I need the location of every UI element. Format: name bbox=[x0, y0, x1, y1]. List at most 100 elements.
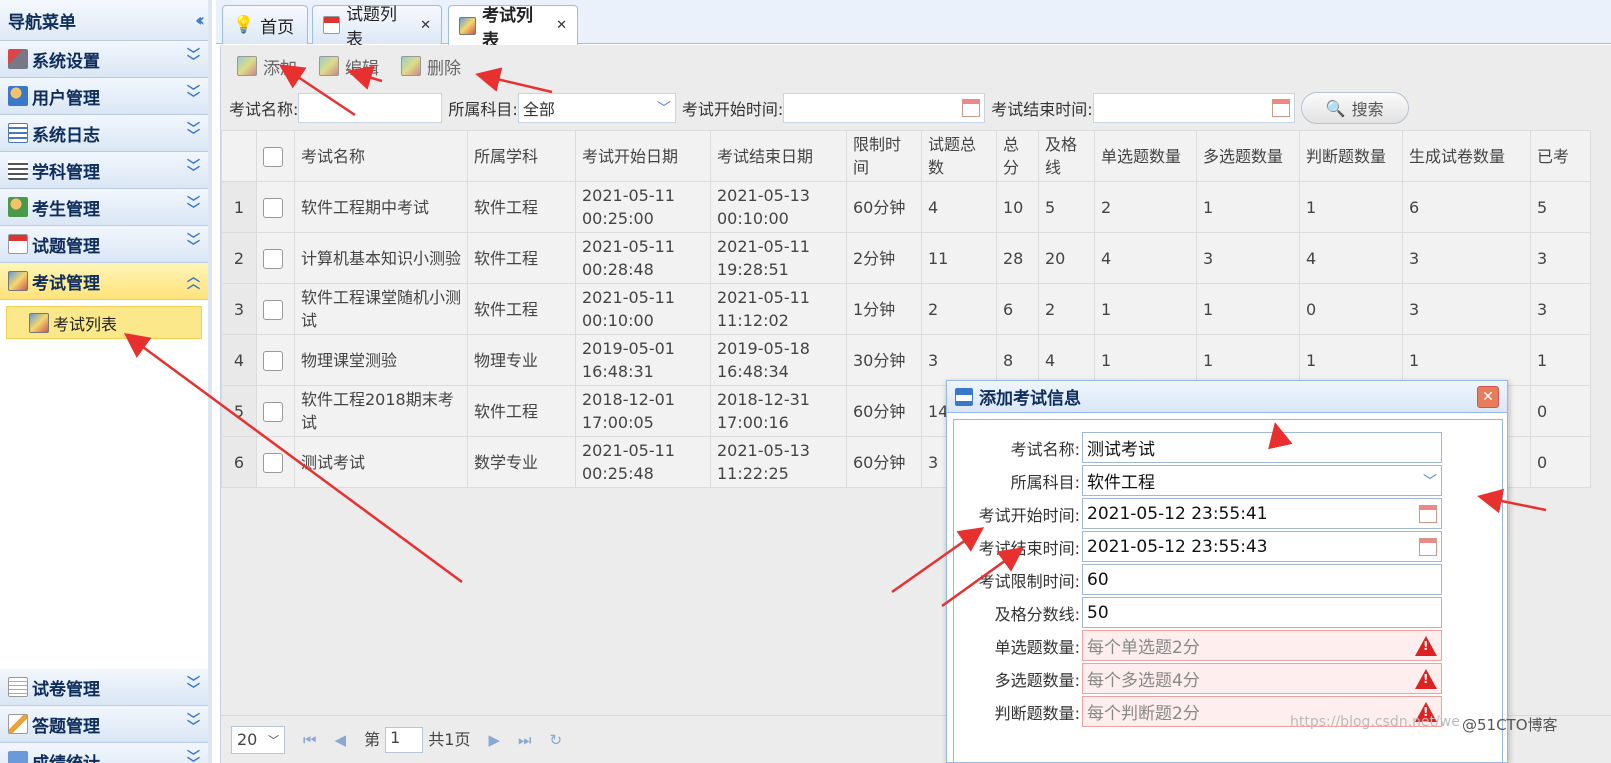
row-checkbox[interactable] bbox=[263, 300, 283, 320]
table-row[interactable]: 3 软件工程课堂随机小测试 软件工程 2021-05-11 00:10:00 2021-… bbox=[221, 283, 1591, 335]
nav-section-system-settings[interactable]: 系统设置 ﹀ ﹀ bbox=[0, 41, 208, 78]
calendar-icon[interactable] bbox=[1271, 99, 1290, 117]
nav-section-users[interactable]: 用户管理 ﹀ ﹀ bbox=[0, 78, 208, 115]
nav-item-exam-list[interactable]: 考试列表 bbox=[6, 306, 202, 339]
row-checkbox[interactable] bbox=[263, 249, 283, 269]
table-row[interactable]: 1 软件工程期中考试 软件工程 2021-05-11 00:25:00 2021-05-… bbox=[221, 181, 1591, 233]
table-cell: 数学专业 bbox=[467, 436, 576, 488]
row-select-cell[interactable] bbox=[256, 334, 295, 386]
field-label: 判断题数量: bbox=[994, 703, 1080, 723]
calendar-icon[interactable] bbox=[962, 99, 981, 117]
row-checkbox[interactable] bbox=[263, 453, 283, 473]
column-header[interactable]: 生成试卷数量 bbox=[1402, 130, 1531, 182]
last-page-icon[interactable]: ⏭ bbox=[518, 731, 532, 749]
close-icon[interactable]: ✕ bbox=[1477, 385, 1499, 408]
column-header[interactable]: 多选题数量 bbox=[1196, 130, 1300, 182]
row-checkbox[interactable] bbox=[263, 351, 283, 371]
subject-select[interactable]: 全部 ﹀ bbox=[517, 93, 676, 123]
table-row[interactable]: 4 物理课堂测验 物理专业 2019-05-01 16:48:31 2019-05-18… bbox=[221, 334, 1591, 386]
nav-section-logs[interactable]: 系统日志 ﹀ ﹀ bbox=[0, 115, 208, 152]
subject-select[interactable]: 软件工程 ﹀ bbox=[1082, 465, 1442, 496]
column-header[interactable]: 限制时间 bbox=[846, 130, 922, 182]
nav-menu: 导航菜单 ‹‹ 系统设置 ﹀ ﹀ 用户管理 ﹀ ﹀ 系统日志 ﹀ ﹀ 学科管理 ﹀ ﹀ … bbox=[0, 0, 212, 763]
page-size-select[interactable]: 20 ﹀ bbox=[231, 725, 285, 754]
edit-button[interactable]: 编辑 bbox=[319, 54, 379, 79]
chevron-up-icon[interactable]: ︿ ︿ bbox=[187, 271, 200, 291]
table-cell: 5 bbox=[1530, 181, 1591, 233]
row-checkbox[interactable] bbox=[263, 402, 283, 422]
single-choice-field[interactable]: 每个单选题2分 bbox=[1082, 630, 1442, 661]
nav-section-exams[interactable]: 考试管理 ︿ ︿ bbox=[0, 263, 208, 300]
next-page-icon[interactable]: ▶ bbox=[488, 731, 500, 749]
table-cell: 60分钟 bbox=[846, 181, 922, 233]
calendar-icon[interactable] bbox=[1419, 504, 1437, 523]
multi-choice-field[interactable]: 每个多选题4分 bbox=[1082, 663, 1442, 694]
end-time-input[interactable] bbox=[1092, 93, 1295, 123]
chevron-down-icon[interactable]: ﹀﹀ bbox=[187, 160, 200, 180]
chevron-down-icon[interactable]: ﹀ bbox=[1423, 471, 1437, 491]
table-header-row: 考试名称 所属学科 考试开始日期 考试结束日期 限制时间 试题总数 总分 及格线… bbox=[221, 130, 1591, 182]
tab-label: 考试列表 bbox=[482, 5, 534, 51]
chevron-down-icon[interactable]: ﹀﹀ bbox=[187, 49, 200, 69]
nav-section-papers[interactable]: 试卷管理 ﹀ ﹀ bbox=[0, 669, 208, 706]
prev-page-icon[interactable]: ◀ bbox=[335, 731, 347, 749]
row-select-cell[interactable] bbox=[256, 385, 295, 437]
table-cell: 软件工程期中考试 bbox=[294, 181, 468, 233]
add-button[interactable]: 添加 bbox=[237, 54, 297, 79]
chevron-down-icon[interactable]: ﹀﹀ bbox=[187, 123, 200, 143]
edit-icon bbox=[8, 714, 28, 734]
search-button[interactable]: 🔍 搜索 bbox=[1300, 92, 1409, 124]
chevron-down-icon[interactable]: ﹀﹀ bbox=[187, 234, 200, 254]
calendar-icon[interactable] bbox=[1419, 537, 1437, 556]
pass-score-field[interactable]: 50 bbox=[1082, 597, 1442, 628]
column-header[interactable]: 考试结束日期 bbox=[710, 130, 847, 182]
end-time-field[interactable]: 2021-05-12 23:55:43 bbox=[1082, 531, 1442, 562]
column-header[interactable]: 试题总数 bbox=[921, 130, 997, 182]
nav-section-scores[interactable]: 成绩统计 ﹀﹀ bbox=[0, 743, 208, 763]
form-row-single-choice: 单选题数量: 每个单选题2分 bbox=[954, 630, 1494, 661]
row-select-cell[interactable] bbox=[256, 436, 295, 488]
column-header[interactable]: 及格线 bbox=[1038, 130, 1095, 182]
chevron-down-icon[interactable]: ﹀﹀ bbox=[187, 714, 200, 734]
collapse-icon[interactable]: ‹‹ bbox=[195, 10, 205, 31]
chevron-down-icon[interactable]: ﹀﹀ bbox=[187, 751, 200, 763]
nav-section-students[interactable]: 考生管理 ﹀ ﹀ bbox=[0, 189, 208, 226]
tab-home[interactable]: 💡 首页 bbox=[222, 5, 308, 44]
chevron-down-icon[interactable]: ﹀﹀ bbox=[187, 197, 200, 217]
column-header[interactable]: 总分 bbox=[996, 130, 1039, 182]
row-select-cell[interactable] bbox=[256, 232, 295, 284]
tab-exam-list[interactable]: 考试列表 ✕ bbox=[448, 5, 578, 51]
chevron-down-icon[interactable]: ﹀ bbox=[657, 98, 671, 118]
nav-section-answers[interactable]: 答题管理 ﹀ ﹀ bbox=[0, 706, 208, 743]
exam-name-input[interactable] bbox=[298, 93, 443, 123]
tab-question-list[interactable]: 试题列表 ✕ bbox=[312, 5, 442, 50]
field-label: 及格分数线: bbox=[994, 604, 1080, 624]
column-header[interactable]: 所属学科 bbox=[467, 130, 576, 182]
start-time-input[interactable] bbox=[783, 93, 986, 123]
close-icon[interactable]: ✕ bbox=[556, 18, 567, 33]
row-select-cell[interactable] bbox=[256, 181, 295, 233]
column-header[interactable]: 单选题数量 bbox=[1094, 130, 1197, 182]
column-header[interactable]: 考试名称 bbox=[294, 130, 468, 182]
nav-section-subjects[interactable]: 学科管理 ﹀ ﹀ bbox=[0, 152, 208, 189]
column-header[interactable]: 判断题数量 bbox=[1299, 130, 1403, 182]
exam-name-field[interactable]: 测试考试 bbox=[1082, 432, 1442, 463]
column-header[interactable]: 考试开始日期 bbox=[575, 130, 711, 182]
page-number-input[interactable]: 1 bbox=[385, 727, 424, 754]
nav-section-questions[interactable]: 试题管理 ﹀ ﹀ bbox=[0, 226, 208, 263]
column-header[interactable]: 已考 bbox=[1530, 130, 1591, 182]
row-select-cell[interactable] bbox=[256, 283, 295, 335]
table-row[interactable]: 2 计算机基本知识小测验 软件工程 2021-05-11 00:28:48 2021-0… bbox=[221, 232, 1591, 284]
start-time-field[interactable]: 2021-05-12 23:55:41 bbox=[1082, 498, 1442, 529]
chevron-down-icon[interactable]: ﹀﹀ bbox=[187, 677, 200, 697]
chevron-down-icon[interactable]: ﹀﹀ bbox=[187, 86, 200, 106]
first-page-icon[interactable]: ⏮ bbox=[303, 731, 317, 749]
select-all-checkbox[interactable] bbox=[263, 147, 283, 167]
row-checkbox[interactable] bbox=[263, 198, 283, 218]
close-icon[interactable]: ✕ bbox=[420, 18, 431, 33]
delete-button[interactable]: 删除 bbox=[401, 54, 461, 79]
edit-icon bbox=[319, 56, 339, 76]
time-limit-field[interactable]: 60 bbox=[1082, 564, 1442, 595]
refresh-icon[interactable]: ↻ bbox=[550, 731, 563, 749]
select-all-cell[interactable] bbox=[256, 130, 295, 182]
